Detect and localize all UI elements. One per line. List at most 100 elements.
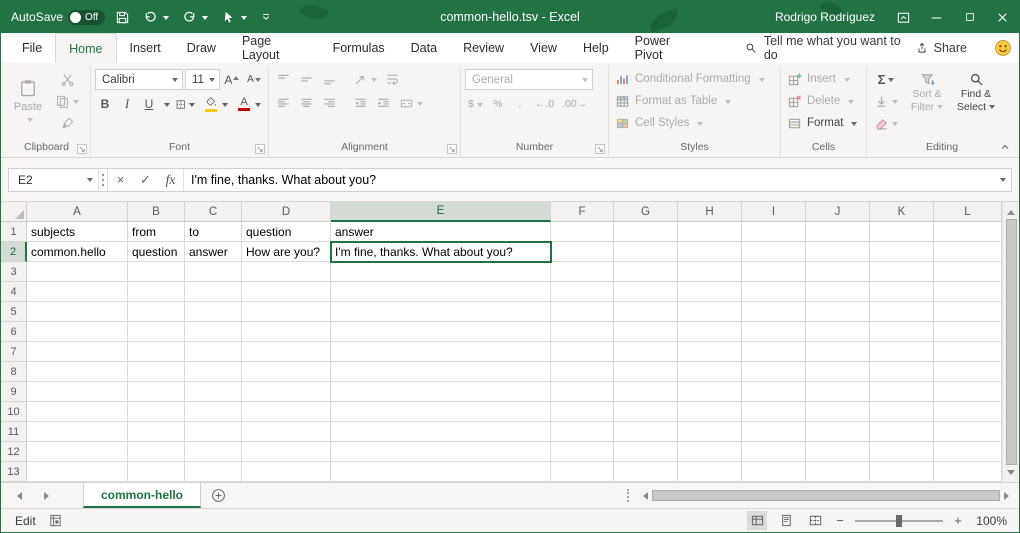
underline-button[interactable]: U — [139, 94, 159, 114]
row-header-11[interactable]: 11 — [1, 422, 27, 442]
expand-formula-bar-button[interactable] — [991, 169, 1011, 191]
tab-formulas[interactable]: Formulas — [320, 33, 398, 63]
row-header-8[interactable]: 8 — [1, 362, 27, 382]
row-header-2[interactable]: 2 — [1, 242, 27, 262]
sheet-tab-common-hello[interactable]: common-hello — [83, 483, 201, 508]
cell-D2[interactable]: How are you? — [242, 242, 331, 262]
customize-quick-access-toolbar-button[interactable] — [257, 9, 275, 25]
fill-color-button[interactable] — [200, 94, 231, 114]
cell-L1[interactable] — [934, 222, 1002, 242]
cell-L12[interactable] — [934, 442, 1002, 462]
previous-sheet-button[interactable] — [13, 492, 22, 500]
cell-B9[interactable] — [128, 382, 185, 402]
cell-H12[interactable] — [678, 442, 742, 462]
increase-indent-button[interactable] — [373, 93, 394, 113]
alignment-dialog-launcher[interactable]: ↘ — [447, 144, 457, 154]
cell-L11[interactable] — [934, 422, 1002, 442]
align-right-button[interactable] — [319, 93, 340, 113]
font-size-select[interactable]: 11 — [185, 69, 220, 90]
tab-file[interactable]: File — [9, 33, 55, 63]
row-header-3[interactable]: 3 — [1, 262, 27, 282]
cell-E3[interactable] — [331, 262, 551, 282]
cell-J6[interactable] — [806, 322, 870, 342]
sort-filter-button[interactable]: Sort & Filter — [904, 69, 950, 141]
scroll-right-button[interactable] — [1000, 483, 1017, 508]
cell-J13[interactable] — [806, 462, 870, 482]
column-header-D[interactable]: D — [242, 202, 331, 222]
cell-H3[interactable] — [678, 262, 742, 282]
cell-C3[interactable] — [185, 262, 242, 282]
cell-E11[interactable] — [331, 422, 551, 442]
cell-B4[interactable] — [128, 282, 185, 302]
cell-I12[interactable] — [742, 442, 806, 462]
tab-draw[interactable]: Draw — [174, 33, 229, 63]
cell-G4[interactable] — [614, 282, 678, 302]
column-header-A[interactable]: A — [27, 202, 128, 222]
cell-B5[interactable] — [128, 302, 185, 322]
cell-I1[interactable] — [742, 222, 806, 242]
cell-A3[interactable] — [27, 262, 128, 282]
cell-G6[interactable] — [614, 322, 678, 342]
redo-button[interactable] — [179, 8, 211, 27]
cell-D4[interactable] — [242, 282, 331, 302]
column-header-L[interactable]: L — [934, 202, 1002, 222]
page-break-preview-button[interactable] — [805, 511, 825, 530]
cell-I10[interactable] — [742, 402, 806, 422]
cell-C4[interactable] — [185, 282, 242, 302]
cell-C5[interactable] — [185, 302, 242, 322]
scroll-down-button[interactable] — [1003, 466, 1019, 482]
italic-button[interactable]: I — [117, 94, 137, 114]
cell-C10[interactable] — [185, 402, 242, 422]
conditional-formatting-button[interactable]: Conditional Formatting — [613, 69, 776, 89]
cell-C7[interactable] — [185, 342, 242, 362]
cell-A10[interactable] — [27, 402, 128, 422]
cell-A5[interactable] — [27, 302, 128, 322]
cut-button[interactable] — [52, 69, 82, 89]
cell-F2[interactable] — [551, 242, 614, 262]
cell-J11[interactable] — [806, 422, 870, 442]
cell-F4[interactable] — [551, 282, 614, 302]
cell-L10[interactable] — [934, 402, 1002, 422]
tab-page-layout[interactable]: Page Layout — [229, 33, 320, 63]
percent-style-button[interactable]: % — [488, 94, 508, 114]
increase-decimal-button[interactable]: ←.0 — [532, 94, 557, 114]
cell-H8[interactable] — [678, 362, 742, 382]
cell-G11[interactable] — [614, 422, 678, 442]
tab-scrollbar-divider[interactable] — [627, 489, 629, 502]
cell-J3[interactable] — [806, 262, 870, 282]
minimize-button[interactable] — [920, 1, 953, 33]
cell-L4[interactable] — [934, 282, 1002, 302]
cell-K12[interactable] — [870, 442, 934, 462]
horizontal-scrollbar-thumb[interactable] — [652, 490, 1000, 501]
cell-L6[interactable] — [934, 322, 1002, 342]
page-layout-view-button[interactable] — [776, 511, 796, 530]
number-format-select[interactable]: General — [465, 69, 593, 90]
cell-J7[interactable] — [806, 342, 870, 362]
insert-function-button[interactable]: fx — [158, 169, 183, 191]
cell-D6[interactable] — [242, 322, 331, 342]
formula-input[interactable]: I'm fine, thanks. What about you? — [184, 169, 991, 191]
column-header-K[interactable]: K — [870, 202, 934, 222]
cell-A8[interactable] — [27, 362, 128, 382]
scroll-up-button[interactable] — [1003, 202, 1019, 218]
cell-K9[interactable] — [870, 382, 934, 402]
cell-E10[interactable] — [331, 402, 551, 422]
cell-L9[interactable] — [934, 382, 1002, 402]
cell-B12[interactable] — [128, 442, 185, 462]
cell-F8[interactable] — [551, 362, 614, 382]
cell-E5[interactable] — [331, 302, 551, 322]
column-header-F[interactable]: F — [551, 202, 614, 222]
cell-K7[interactable] — [870, 342, 934, 362]
cell-G9[interactable] — [614, 382, 678, 402]
column-header-C[interactable]: C — [185, 202, 242, 222]
cell-J2[interactable] — [806, 242, 870, 262]
share-button[interactable]: Share — [916, 33, 967, 63]
cell-K3[interactable] — [870, 262, 934, 282]
cell-F7[interactable] — [551, 342, 614, 362]
tab-power-pivot[interactable]: Power Pivot — [622, 33, 709, 63]
cell-E1[interactable]: answer — [331, 222, 551, 242]
column-header-H[interactable]: H — [678, 202, 742, 222]
comma-style-button[interactable]: , — [510, 94, 530, 114]
cell-D9[interactable] — [242, 382, 331, 402]
column-header-G[interactable]: G — [614, 202, 678, 222]
